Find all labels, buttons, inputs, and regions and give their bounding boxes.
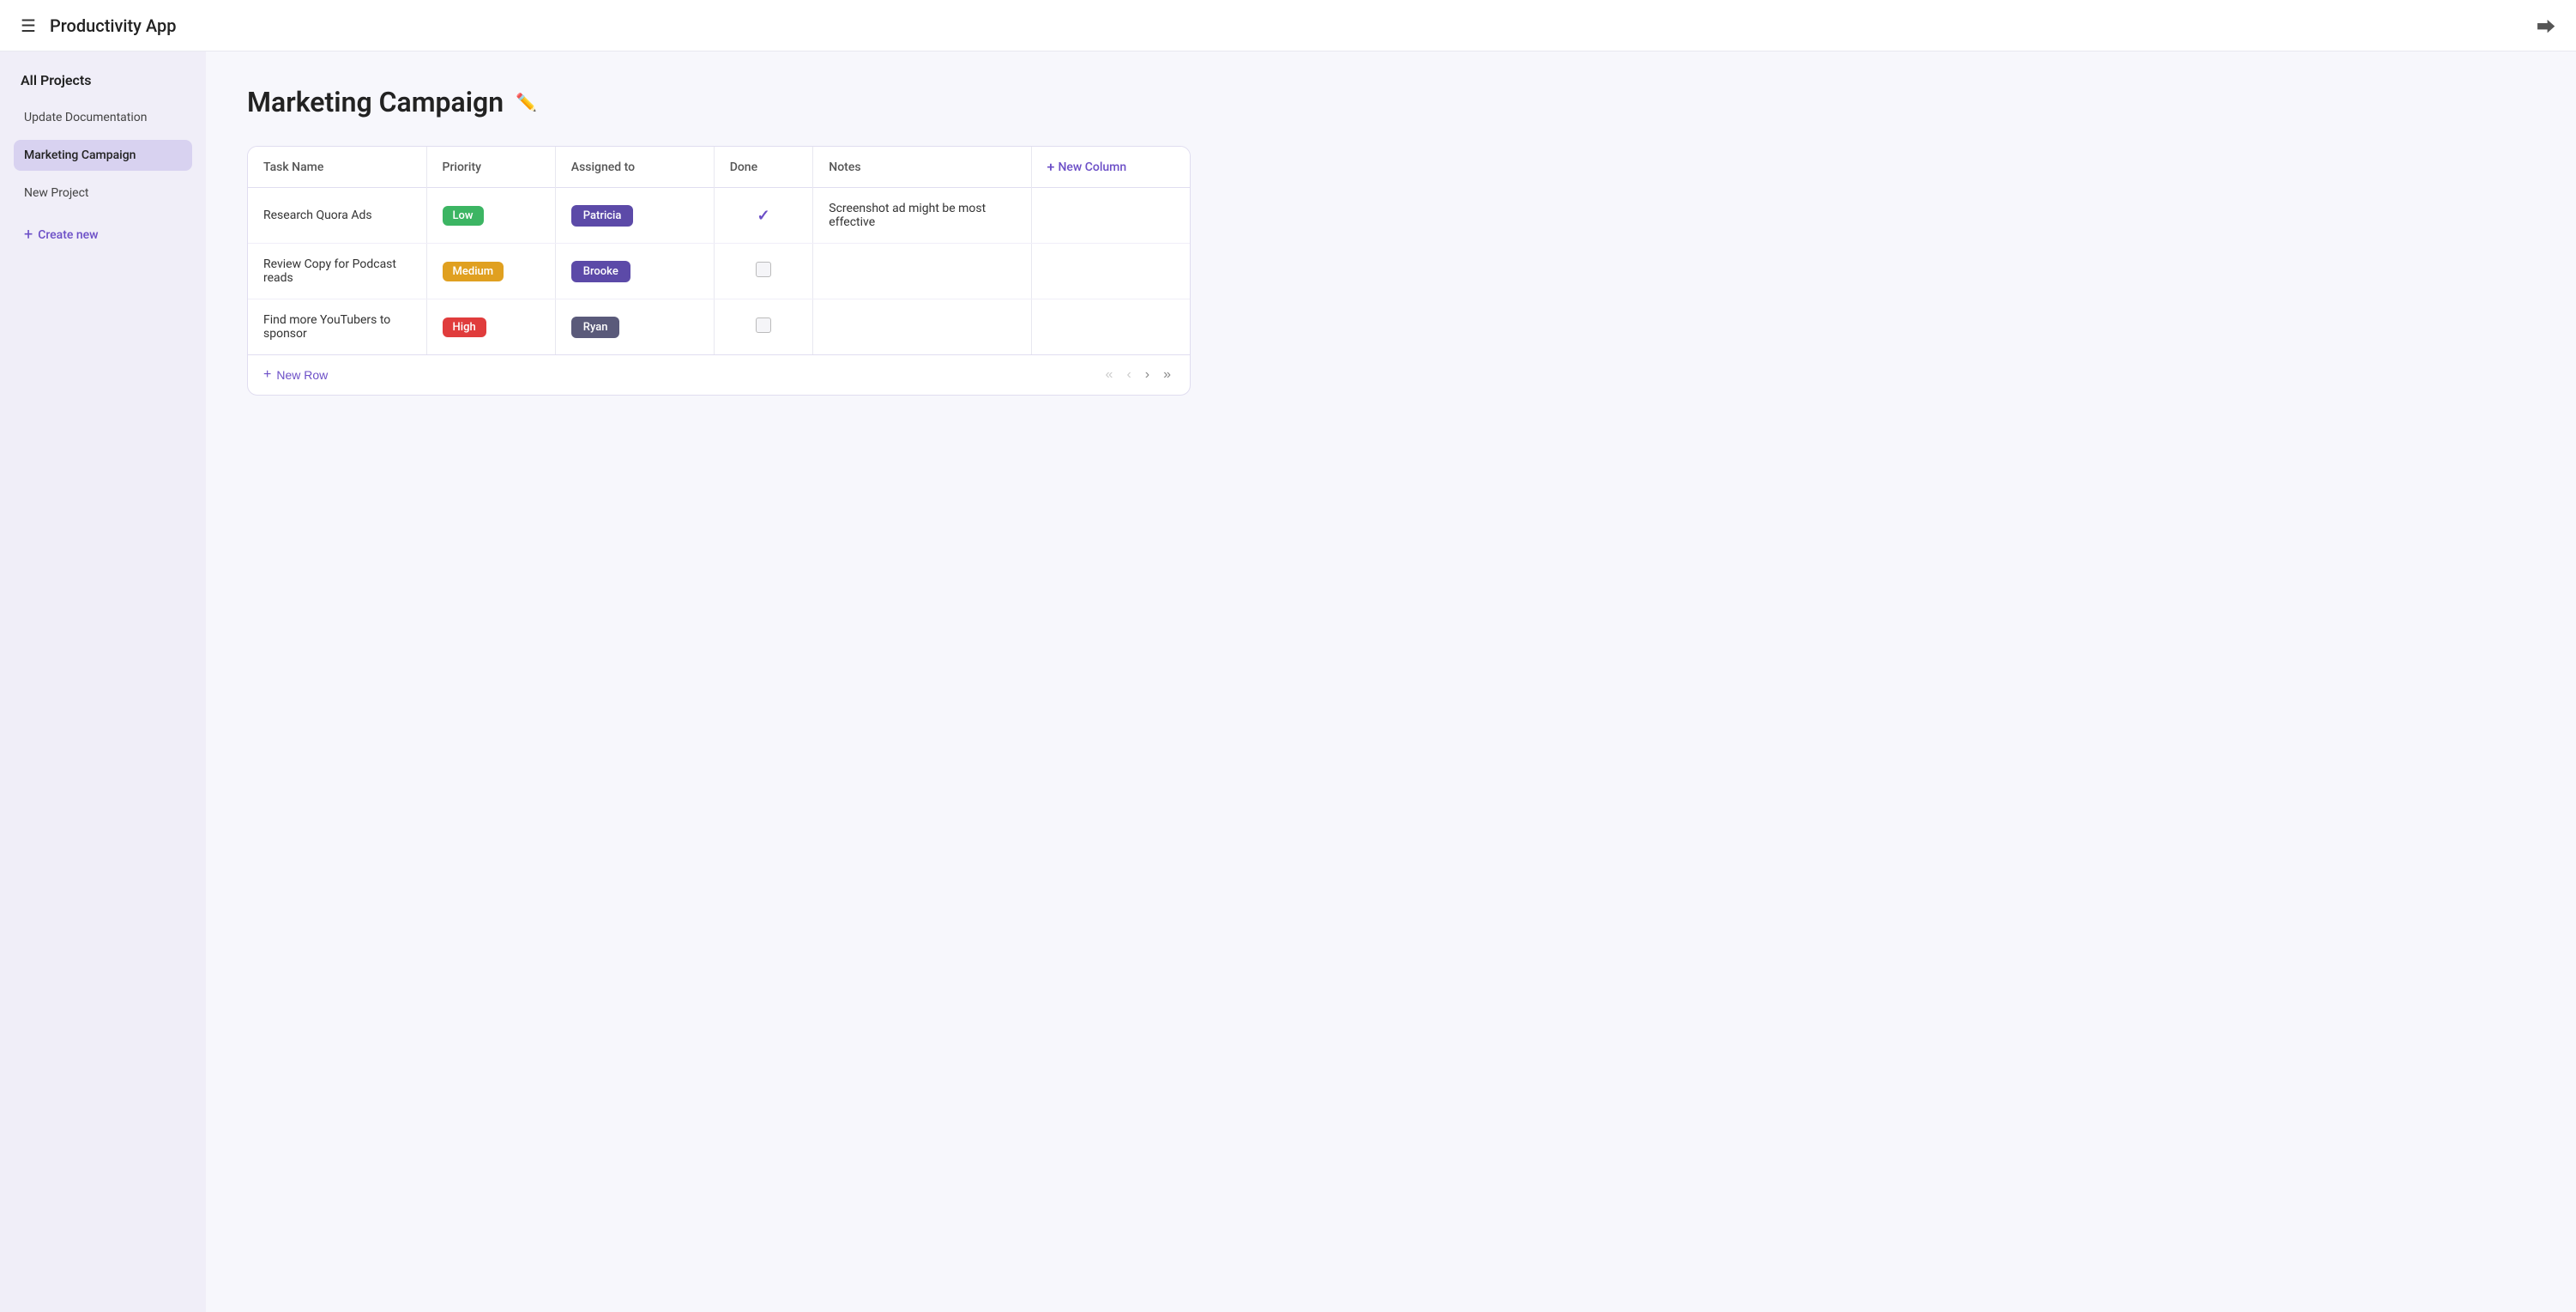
sidebar-item-new-project[interactable]: New Project: [14, 178, 192, 209]
table-row: Find more YouTubers to sponsor High Ryan: [248, 299, 1190, 355]
priority-badge: Low: [443, 206, 484, 226]
plus-icon: +: [24, 227, 33, 243]
table-footer: + New Row « ‹ › »: [248, 354, 1190, 395]
table-row: Research Quora Ads Low Patricia ✓ Screenshot…: [248, 188, 1190, 244]
sidebar-section-title: All Projects: [14, 72, 192, 88]
main-content: Marketing Campaign ✏️ Task Name Priority…: [206, 51, 2576, 1312]
cell-done-0[interactable]: ✓: [714, 188, 813, 244]
sidebar-item-update-docs[interactable]: Update Documentation: [14, 102, 192, 133]
new-row-label: New Row: [276, 368, 328, 382]
sidebar-item-label: New Project: [24, 186, 89, 200]
col-header-task-name: Task Name: [248, 147, 426, 188]
logout-icon[interactable]: ⮕: [2537, 12, 2555, 39]
new-row-plus-icon: +: [263, 367, 271, 383]
cell-task-1: Review Copy for Podcast reads: [248, 244, 426, 299]
table-header-row: Task Name Priority Assigned to Done Note: [248, 147, 1190, 188]
assignee-badge: Patricia: [571, 205, 634, 227]
cell-assignee-0: Patricia: [555, 188, 714, 244]
cell-notes-0: Screenshot ad might be most effective: [813, 188, 1031, 244]
cell-task-0: Research Quora Ads: [248, 188, 426, 244]
cell-notes-1: [813, 244, 1031, 299]
page-header: Marketing Campaign ✏️: [247, 86, 2535, 118]
cell-done-2[interactable]: [714, 299, 813, 355]
new-row-button[interactable]: + New Row: [263, 367, 328, 383]
checkbox-empty[interactable]: [756, 262, 771, 277]
app-title: Productivity App: [50, 15, 177, 36]
cell-task-2: Find more YouTubers to sponsor: [248, 299, 426, 355]
sidebar-item-label: Marketing Campaign: [24, 148, 136, 162]
checkbox-empty[interactable]: [756, 317, 771, 333]
cell-assignee-2: Ryan: [555, 299, 714, 355]
cell-new-col-1: [1031, 244, 1190, 299]
col-header-priority: Priority: [426, 147, 555, 188]
new-column-btn[interactable]: + New Column: [1047, 159, 1174, 175]
col-header-notes: Notes: [813, 147, 1031, 188]
checkmark-icon: ✓: [757, 207, 769, 225]
task-table: Task Name Priority Assigned to Done Note: [248, 147, 1190, 354]
cell-notes-2: [813, 299, 1031, 355]
cell-new-col-2: [1031, 299, 1190, 355]
cell-done-1[interactable]: [714, 244, 813, 299]
priority-badge: Medium: [443, 262, 504, 281]
priority-badge: High: [443, 317, 486, 337]
layout: All Projects Update Documentation Market…: [0, 51, 2576, 1312]
pagination: « ‹ › »: [1102, 366, 1174, 384]
cell-priority-0: Low: [426, 188, 555, 244]
page-first-button[interactable]: «: [1102, 366, 1117, 384]
new-column-plus-icon: +: [1047, 159, 1055, 175]
page-next-button[interactable]: ›: [1142, 366, 1153, 384]
topbar-left: ☰ Productivity App: [21, 15, 176, 36]
sidebar: All Projects Update Documentation Market…: [0, 51, 206, 1312]
cell-priority-1: Medium: [426, 244, 555, 299]
assignee-badge: Brooke: [571, 261, 630, 282]
page-last-button[interactable]: »: [1160, 366, 1174, 384]
col-header-assigned-to: Assigned to: [555, 147, 714, 188]
topbar: ☰ Productivity App ⮕: [0, 0, 2576, 51]
table-row: Review Copy for Podcast reads Medium Brook…: [248, 244, 1190, 299]
create-new-label: Create new: [38, 228, 98, 242]
cell-new-col-0: [1031, 188, 1190, 244]
sidebar-item-marketing-campaign[interactable]: Marketing Campaign: [14, 140, 192, 171]
page-prev-button[interactable]: ‹: [1123, 366, 1134, 384]
create-new-button[interactable]: + Create new: [14, 219, 192, 251]
assignee-badge: Ryan: [571, 317, 620, 338]
col-header-new-column[interactable]: + New Column: [1031, 147, 1190, 188]
cell-priority-2: High: [426, 299, 555, 355]
task-table-container: Task Name Priority Assigned to Done Note: [247, 146, 1191, 396]
page-title: Marketing Campaign: [247, 86, 504, 118]
hamburger-icon[interactable]: ☰: [21, 15, 36, 36]
col-header-done: Done: [714, 147, 813, 188]
sidebar-item-label: Update Documentation: [24, 111, 147, 124]
edit-icon[interactable]: ✏️: [516, 92, 537, 112]
cell-assignee-1: Brooke: [555, 244, 714, 299]
